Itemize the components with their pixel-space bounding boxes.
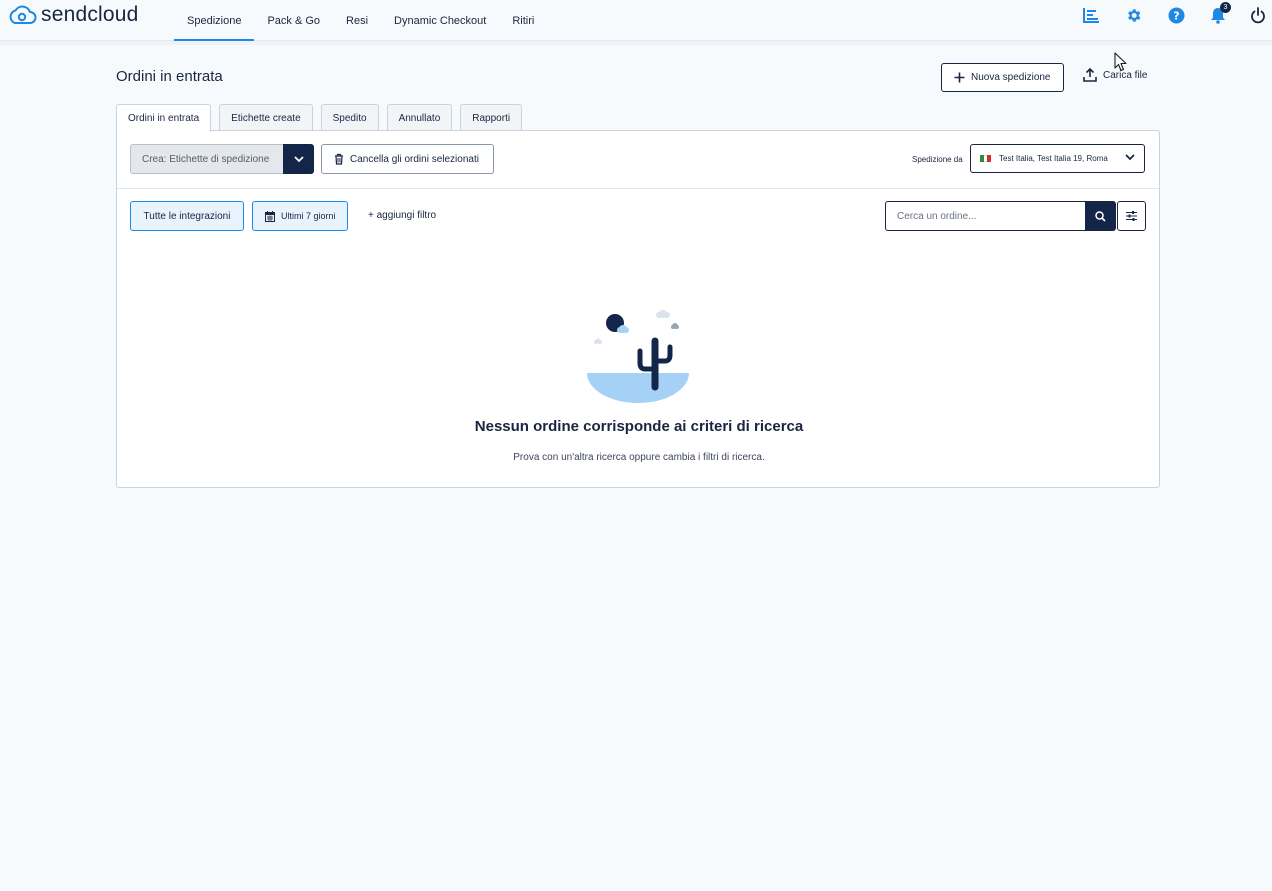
tab-ordini-in-entrata[interactable]: Ordini in entrata (116, 104, 212, 132)
new-shipment-button[interactable]: Nuova spedizione (941, 63, 1064, 92)
create-labels-group: Crea: Etichette di spedizione (130, 144, 314, 174)
chevron-down-icon (1125, 154, 1135, 161)
new-shipment-label: Nuova spedizione (971, 72, 1051, 83)
nav-item-pack-go[interactable]: Pack & Go (254, 0, 333, 41)
sendcloud-logo[interactable]: sendcloud (7, 3, 139, 27)
tab-annullato[interactable]: Annullato (386, 104, 453, 131)
search-input[interactable] (886, 202, 1085, 230)
create-labels-button[interactable]: Crea: Etichette di spedizione (130, 144, 283, 174)
brand-name: sendcloud (41, 3, 139, 26)
orders-panel: Crea: Etichette di spedizione Cancella g… (116, 130, 1160, 488)
search-button[interactable] (1085, 202, 1115, 230)
mouse-cursor-icon (1114, 52, 1127, 72)
top-navbar: sendcloud Spedizione Pack & Go Resi Dyna… (0, 0, 1272, 45)
cactus-illustration (587, 310, 689, 403)
delete-selected-button[interactable]: Cancella gli ordini selezionati (321, 144, 494, 174)
empty-state-subtitle: Prova con un'altra ricerca oppure cambia… (513, 452, 765, 463)
svg-text:?: ? (1173, 9, 1179, 22)
ship-from-value: Test Italia, Test Italia 19, Roma (999, 154, 1108, 163)
order-tabs: Ordini in entrata Etichette create Spedi… (116, 104, 523, 132)
ship-from-label: Spedizione da (912, 155, 963, 164)
tab-etichette-create[interactable]: Etichette create (219, 104, 313, 131)
notification-badge: 3 (1220, 2, 1231, 13)
nav-item-spedizione[interactable]: Spedizione (174, 0, 255, 42)
upload-icon (1083, 68, 1097, 82)
integrations-filter[interactable]: Tutte le integrazioni (130, 201, 244, 231)
sliders-icon (1126, 211, 1137, 221)
cloud-logo-icon (9, 5, 37, 24)
filter-settings-button[interactable] (1117, 201, 1146, 231)
power-icon[interactable] (1248, 5, 1268, 25)
add-filter-link[interactable]: + aggiungi filtro (368, 210, 436, 221)
tab-spedito[interactable]: Spedito (320, 104, 379, 131)
italy-flag-icon (980, 155, 992, 162)
nav-item-resi[interactable]: Resi (333, 0, 381, 41)
calendar-icon (265, 210, 275, 222)
help-icon[interactable]: ? (1166, 5, 1186, 25)
gear-icon[interactable] (1123, 5, 1143, 25)
analytics-icon[interactable] (1081, 5, 1101, 25)
create-labels-dropdown[interactable] (283, 144, 314, 174)
divider (117, 188, 1159, 189)
empty-state-title: Nessun ordine corrisponde ai criteri di … (474, 418, 804, 435)
plus-icon (954, 72, 965, 83)
nav-item-ritiri[interactable]: Ritiri (499, 0, 547, 41)
ship-from-select[interactable]: Test Italia, Test Italia 19, Roma (970, 144, 1145, 173)
trash-icon (335, 153, 343, 165)
date-range-filter[interactable]: Ultimi 7 giorni (252, 201, 348, 231)
page-title: Ordini in entrata (116, 68, 223, 85)
delete-selected-label: Cancella gli ordini selezionati (350, 153, 479, 165)
date-range-label: Ultimi 7 giorni (281, 211, 336, 221)
main-nav: Spedizione Pack & Go Resi Dynamic Checko… (174, 0, 547, 42)
nav-item-dynamic-checkout[interactable]: Dynamic Checkout (381, 0, 499, 41)
order-search (885, 201, 1116, 231)
tab-rapporti[interactable]: Rapporti (460, 104, 523, 131)
chevron-down-icon (293, 155, 304, 162)
search-icon (1094, 210, 1106, 222)
bell-icon[interactable]: 3 (1208, 2, 1231, 25)
